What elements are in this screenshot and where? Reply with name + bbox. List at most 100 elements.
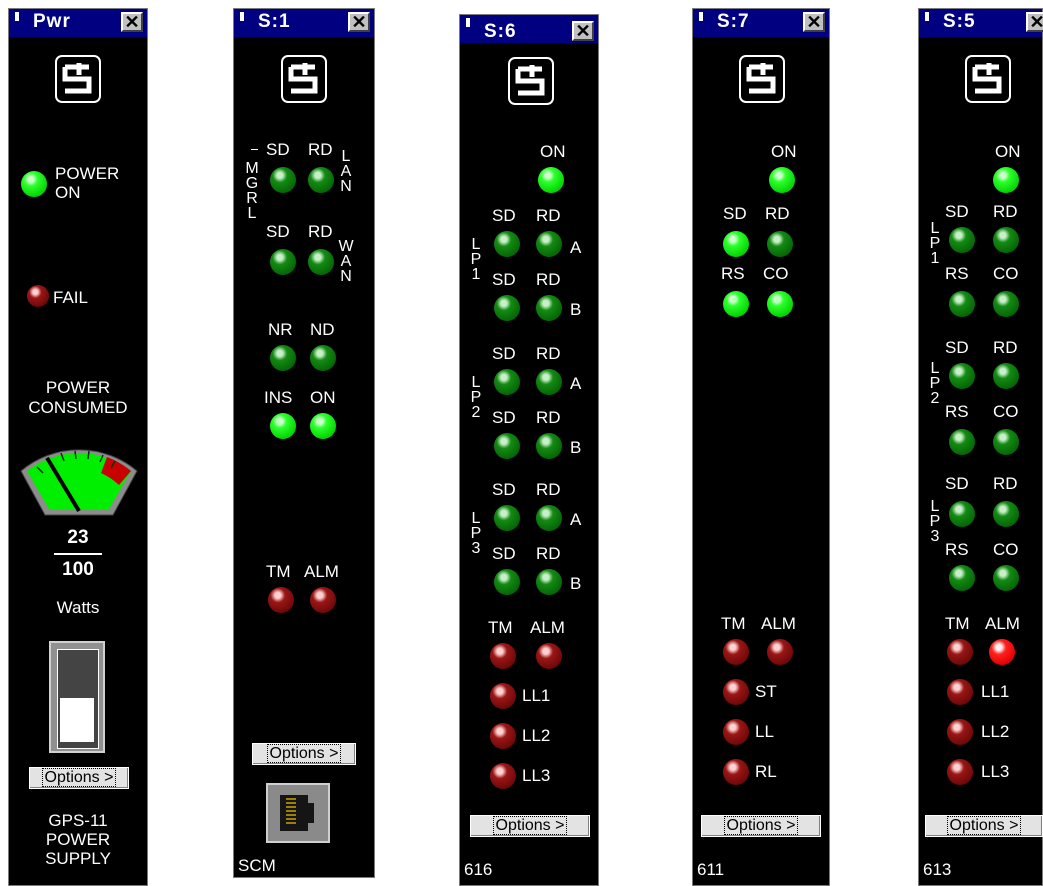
window-title: S:6 bbox=[484, 21, 517, 42]
ll-led bbox=[723, 719, 749, 745]
fail-label: FAIL bbox=[53, 288, 88, 307]
window-title: S:7 bbox=[717, 11, 750, 32]
rl-label: RL bbox=[755, 762, 777, 781]
titlebar[interactable]: S:7 ✕ bbox=[693, 9, 829, 37]
rs-label: RS bbox=[721, 264, 745, 283]
lp3-rs-label: RS bbox=[945, 540, 969, 559]
lp1-co-label: CO bbox=[993, 264, 1019, 283]
power-on-label-2: ON bbox=[55, 183, 81, 202]
description-line-3: SUPPLY bbox=[45, 849, 111, 868]
module-footer: 611 bbox=[697, 860, 725, 879]
ll1-label: LL1 bbox=[522, 686, 551, 705]
ll2-label: LL2 bbox=[981, 722, 1010, 741]
lp3-rs-led bbox=[949, 565, 975, 591]
ll1-led bbox=[490, 683, 516, 709]
options-button[interactable]: Options > bbox=[252, 743, 356, 765]
on-led bbox=[993, 167, 1019, 193]
power-switch[interactable] bbox=[49, 641, 105, 753]
power-consumed-label-1: POWER bbox=[45, 378, 111, 397]
rj-port-icon[interactable] bbox=[266, 783, 330, 843]
close-button[interactable]: ✕ bbox=[348, 12, 370, 32]
lp1-sd-label: SD bbox=[945, 202, 969, 221]
rd-led bbox=[767, 231, 793, 257]
titlebar[interactable]: S:5 ✕ bbox=[919, 9, 1043, 37]
ll-label: LL bbox=[755, 722, 774, 741]
wan-label: WAN bbox=[338, 238, 354, 285]
lp2b-rd-label: RD bbox=[536, 408, 561, 427]
slot-7-panel: S:7 ✕ ON SD RD RS CO TM ALM ST LL RL Opt… bbox=[692, 8, 830, 886]
sd-label: SD bbox=[723, 204, 747, 223]
lp3-sd-led bbox=[949, 501, 975, 527]
close-button[interactable]: ✕ bbox=[121, 12, 143, 32]
lp3-rd-label: RD bbox=[993, 474, 1018, 493]
lp2a-sd-label: SD bbox=[492, 344, 516, 363]
lp2-rd-led bbox=[993, 363, 1019, 389]
ll1-label: LL1 bbox=[981, 682, 1010, 701]
lp1b-sd-led bbox=[494, 295, 520, 321]
alm-label: ALM bbox=[304, 562, 339, 581]
ll2-led bbox=[947, 719, 973, 745]
fail-led bbox=[27, 285, 49, 307]
tm-label: TM bbox=[721, 614, 746, 633]
switch-lever[interactable] bbox=[60, 698, 94, 742]
module-footer: 616 bbox=[464, 860, 493, 879]
mgrl-label: MGRL bbox=[245, 160, 259, 222]
alm-label: ALM bbox=[761, 614, 796, 633]
alm-led bbox=[536, 643, 562, 669]
power-gauge bbox=[20, 449, 138, 516]
lp2-rs-label: RS bbox=[945, 402, 969, 421]
lp2a-rd-label: RD bbox=[536, 344, 561, 363]
lp2b-sd-label: SD bbox=[492, 408, 516, 427]
sd-logo-icon bbox=[965, 55, 1011, 103]
sd-logo-icon bbox=[508, 57, 554, 105]
window-title: S:5 bbox=[943, 11, 976, 32]
nd-label: ND bbox=[310, 320, 335, 339]
on-led bbox=[538, 167, 564, 193]
lp3-label: LP3 bbox=[929, 498, 941, 545]
lp2-co-label: CO bbox=[993, 402, 1019, 421]
ll3-label: LL3 bbox=[522, 766, 551, 785]
rd-label: RD bbox=[765, 204, 790, 223]
lp1a-rd-led bbox=[536, 231, 562, 257]
titlebar[interactable]: S:6 ✕ bbox=[460, 15, 598, 43]
close-button[interactable]: ✕ bbox=[572, 21, 594, 41]
description-line-2: POWER bbox=[45, 830, 111, 849]
watts-unit: Watts bbox=[56, 598, 100, 617]
watts-max: 100 bbox=[62, 559, 94, 580]
on-led bbox=[310, 413, 336, 439]
tm-label: TM bbox=[945, 614, 970, 633]
st-led bbox=[723, 679, 749, 705]
sd-logo-icon bbox=[281, 55, 327, 103]
tm-led bbox=[947, 639, 973, 665]
lp2a-side: A bbox=[570, 374, 582, 393]
ins-led bbox=[270, 413, 296, 439]
tm-led bbox=[723, 639, 749, 665]
slot-5-panel: S:5 ✕ ON LP1 SD RD RS CO LP2 SD RD RS CO… bbox=[918, 8, 1043, 886]
lp1-rd-led bbox=[993, 227, 1019, 253]
on-led bbox=[769, 167, 795, 193]
options-button[interactable]: Options > bbox=[701, 815, 821, 837]
sd-led bbox=[723, 231, 749, 257]
options-button[interactable]: Options > bbox=[470, 815, 590, 837]
alm-led bbox=[767, 639, 793, 665]
options-button[interactable]: Options > bbox=[925, 815, 1043, 837]
lp1b-rd-label: RD bbox=[536, 270, 561, 289]
on-label: ON bbox=[310, 388, 336, 407]
options-button[interactable]: Options > bbox=[29, 767, 129, 789]
ll3-label: LL3 bbox=[981, 762, 1010, 781]
lp1-rs-led bbox=[949, 291, 975, 317]
lp3b-rd-label: RD bbox=[536, 544, 561, 563]
titlebar[interactable]: S:1 ✕ bbox=[234, 9, 374, 37]
titlebar[interactable]: Pwr ✕ bbox=[9, 9, 147, 37]
lp3b-sd-label: SD bbox=[492, 544, 516, 563]
close-button[interactable]: ✕ bbox=[803, 12, 825, 32]
lp2a-sd-led bbox=[494, 369, 520, 395]
close-button[interactable]: ✕ bbox=[1026, 12, 1043, 32]
lp1a-sd-label: SD bbox=[492, 206, 516, 225]
lp3a-rd-label: RD bbox=[536, 480, 561, 499]
power-on-label-1: POWER bbox=[55, 164, 120, 183]
tm-label: TM bbox=[488, 618, 513, 637]
ll3-led bbox=[947, 759, 973, 785]
lp3b-side: B bbox=[570, 574, 582, 593]
lp3b-rd-led bbox=[536, 569, 562, 595]
